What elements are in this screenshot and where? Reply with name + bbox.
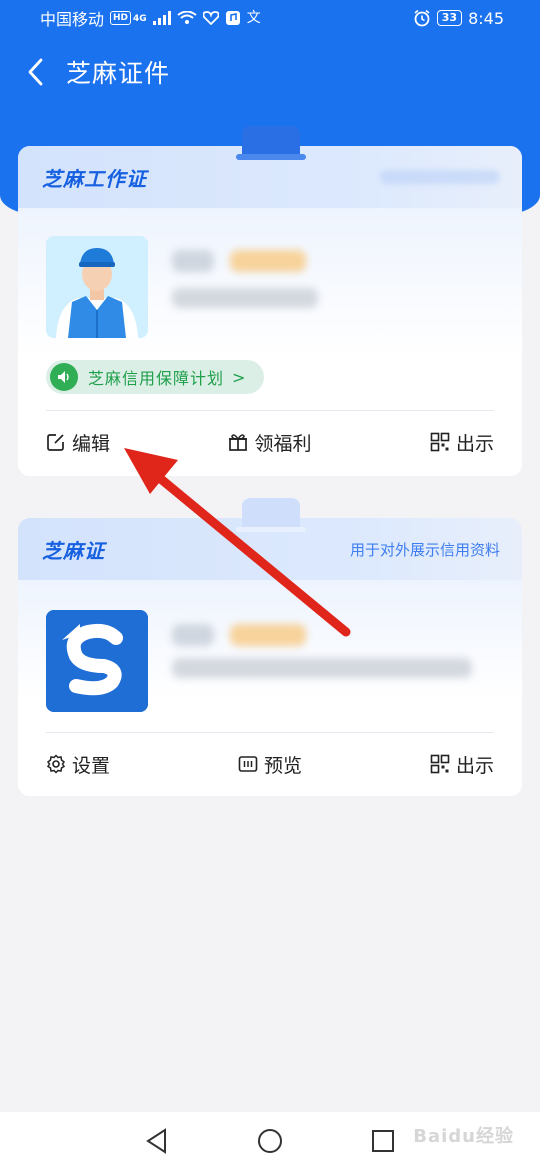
back-button[interactable] [20, 52, 50, 92]
card-title: 芝麻证 [42, 538, 105, 563]
qr-code-icon [430, 432, 450, 452]
wifi-icon [177, 11, 197, 24]
settings-icon [46, 754, 66, 774]
watermark: Baidu经验 [413, 1126, 514, 1147]
qr-code-icon [430, 754, 450, 774]
battery-indicator: 33 [436, 10, 463, 26]
divider [46, 410, 494, 411]
card-subtitle: 用于对外展示信用资料 [349, 540, 500, 559]
back-triangle-icon [145, 1128, 166, 1154]
alarm-icon [414, 9, 430, 27]
show-button[interactable]: 出示 [430, 429, 494, 456]
blurred-badge [230, 250, 306, 272]
chevron-right-icon: > [232, 367, 246, 387]
preview-button[interactable]: 预览 [238, 751, 302, 778]
speaker-icon [50, 363, 78, 391]
benefits-button[interactable]: 领福利 [228, 429, 312, 456]
app-logo-avatar [46, 610, 148, 712]
status-bar: 中国移动 HD 4G 文 33 8:45 [0, 0, 540, 36]
home-circle-icon [257, 1129, 282, 1153]
show-button[interactable]: 出示 [430, 751, 494, 778]
heart-icon [202, 11, 219, 25]
show-label: 出示 [455, 432, 494, 455]
work-card-actions: 编辑 领福利 出示 [46, 422, 494, 462]
chevron-left-icon [28, 58, 43, 86]
worker-avatar [46, 236, 148, 338]
settings-label: 设置 [72, 754, 111, 777]
show-label: 出示 [455, 754, 494, 777]
network-label: 4G [133, 14, 147, 24]
blurred-name [172, 624, 214, 646]
zhima-certificate-card[interactable]: 芝麻证 用于对外展示信用资料 设置 预览 出示 [18, 498, 522, 796]
recents-square-icon [372, 1130, 395, 1152]
zhima-card-actions: 设置 预览 出示 [46, 744, 494, 784]
hd-badge: HD [110, 11, 132, 25]
title-bar: 芝麻证件 [0, 46, 540, 98]
preview-icon [238, 756, 258, 772]
signal-icon [152, 11, 171, 25]
divider [46, 732, 494, 733]
recents-square-button[interactable] [363, 1121, 403, 1161]
blurred-info [172, 658, 472, 678]
benefits-label: 领福利 [254, 432, 312, 455]
blurred-name [172, 250, 214, 272]
edit-button[interactable]: 编辑 [46, 429, 110, 456]
status-right: 33 8:45 [413, 9, 504, 28]
back-triangle-button[interactable] [137, 1121, 177, 1161]
credit-protection-plan-pill[interactable]: 芝麻信用保障计划 > [46, 360, 264, 394]
carrier-label: 中国移动 [40, 10, 105, 29]
work-certificate-card[interactable]: 芝麻工作证 芝麻信用保障计划 > 编辑 领福利 出示 [18, 126, 522, 476]
music-app-icon [225, 11, 240, 25]
preview-label: 预览 [263, 754, 302, 777]
pill-label: 芝麻信用保障计划 [88, 369, 225, 388]
card-clip [236, 498, 306, 532]
blurred-badge [230, 624, 306, 646]
edit-icon [47, 434, 64, 451]
gift-icon [229, 434, 248, 451]
card-clip [236, 126, 306, 160]
card-title: 芝麻工作证 [42, 166, 147, 191]
page-title: 芝麻证件 [66, 59, 171, 88]
blurred-info [172, 288, 318, 308]
settings-button[interactable]: 设置 [46, 751, 110, 778]
edit-label: 编辑 [72, 432, 111, 455]
blurred-subtitle [380, 170, 500, 184]
clock: 8:45 [468, 8, 504, 28]
status-left: 中国移动 HD 4G 文 [40, 6, 261, 30]
home-circle-button[interactable] [250, 1121, 290, 1161]
translate-icon: 文 [246, 10, 261, 26]
